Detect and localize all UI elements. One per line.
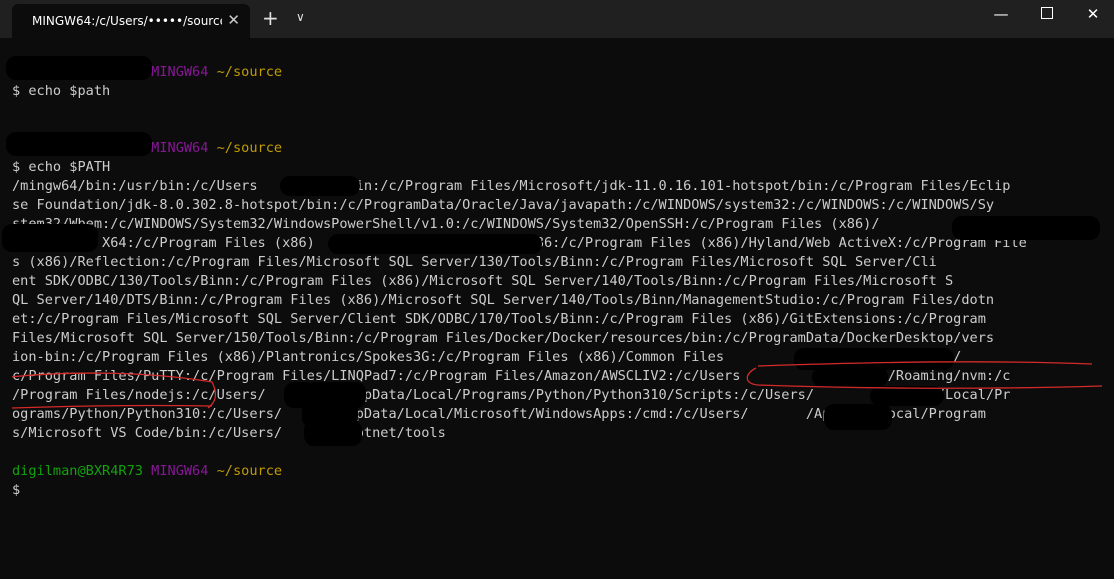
close-icon[interactable]: ✕: [227, 11, 240, 29]
new-tab-button[interactable]: +: [262, 6, 279, 30]
terminal-output[interactable]: ~ MINGW64 ~/source $ echo $path ~ MINGW6…: [2, 38, 1114, 579]
minimize-button[interactable]: —: [978, 5, 1024, 23]
maximize-icon: [1041, 7, 1053, 19]
window-close-button[interactable]: ✕: [1070, 5, 1114, 23]
red-annotation: [12, 361, 1103, 409]
tab-title: MINGW64:/c/Users/•••••/source: [32, 14, 222, 28]
terminal-tab[interactable]: MINGW64:/c/Users/•••••/source ✕: [12, 4, 250, 38]
title-bar: MINGW64:/c/Users/•••••/source ✕ + ∨ — ✕: [0, 0, 1114, 38]
maximize-button[interactable]: [1024, 5, 1070, 23]
chevron-down-icon[interactable]: ∨: [296, 10, 305, 24]
